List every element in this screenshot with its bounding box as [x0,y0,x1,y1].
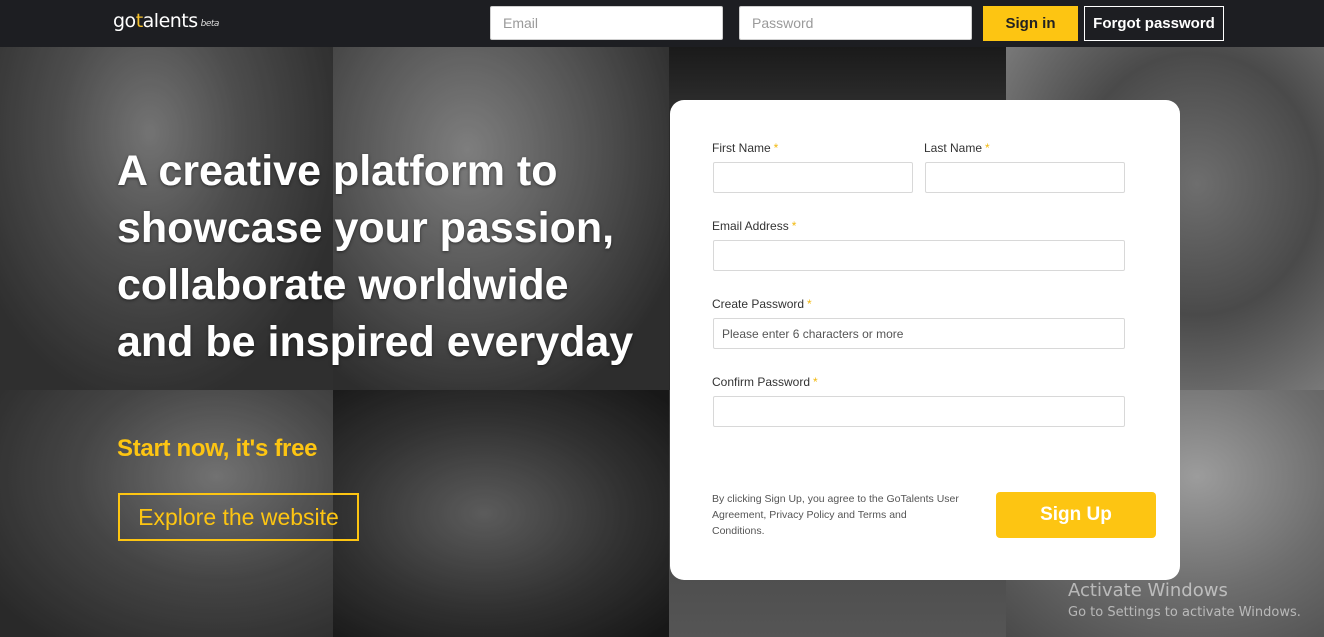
header-email-input[interactable] [490,6,723,40]
first-name-label-text: First Name [712,141,771,155]
create-password-label: Create Password * [712,297,812,311]
headline-line: and be inspired everyday [117,318,634,366]
first-name-label: First Name * [712,141,778,155]
create-password-input[interactable] [713,318,1125,349]
headline-line: A creative platform to [117,147,558,195]
photo-dark [669,47,1006,107]
sign-up-button[interactable]: Sign Up [996,492,1156,538]
first-name-input[interactable] [713,162,913,193]
sign-in-button[interactable]: Sign in [983,6,1078,41]
signup-card: First Name * Last Name * Email Address * Cr… [670,100,1180,580]
last-name-label: Last Name * [924,141,990,155]
headline-line: showcase your passion, [117,204,615,252]
create-password-label-text: Create Password [712,297,805,311]
required-mark: * [985,141,990,155]
last-name-label-text: Last Name [924,141,983,155]
activation-watermark-title: Activate Windows [1068,580,1228,601]
top-bar: gotalents beta Sign in Forgot password [0,0,1324,47]
activation-watermark-subtitle: Go to Settings to activate Windows. [1068,605,1301,620]
email-label-text: Email Address [712,219,789,233]
email-address-input[interactable] [713,240,1125,271]
confirm-password-label-text: Confirm Password [712,375,811,389]
hero-headline: A creative platform to showcase your pas… [117,143,677,371]
logo-text-go: go [113,10,136,32]
logo-text-t: t [135,10,143,32]
required-mark: * [813,375,818,389]
hero-tagline: Start now, it's free [117,435,318,462]
required-mark: * [791,219,797,233]
confirm-password-label: Confirm Password * [712,375,818,389]
required-mark: * [807,297,812,311]
last-name-input[interactable] [925,162,1125,193]
terms-text: By clicking Sign Up, you agree to the Go… [712,493,959,537]
required-mark: * [773,141,779,155]
explore-website-button[interactable]: Explore the website [118,493,359,541]
logo-text-rest: alents [142,10,199,32]
forgot-password-button[interactable]: Forgot password [1084,6,1224,41]
gotalents-logo[interactable]: go t alents beta [113,10,219,32]
confirm-password-input[interactable] [713,396,1125,427]
logo-beta-label: beta [200,19,220,29]
header-password-input[interactable] [739,6,972,40]
email-address-label: Email Address * [712,219,796,233]
headline-line: collaborate worldwide [117,261,569,309]
